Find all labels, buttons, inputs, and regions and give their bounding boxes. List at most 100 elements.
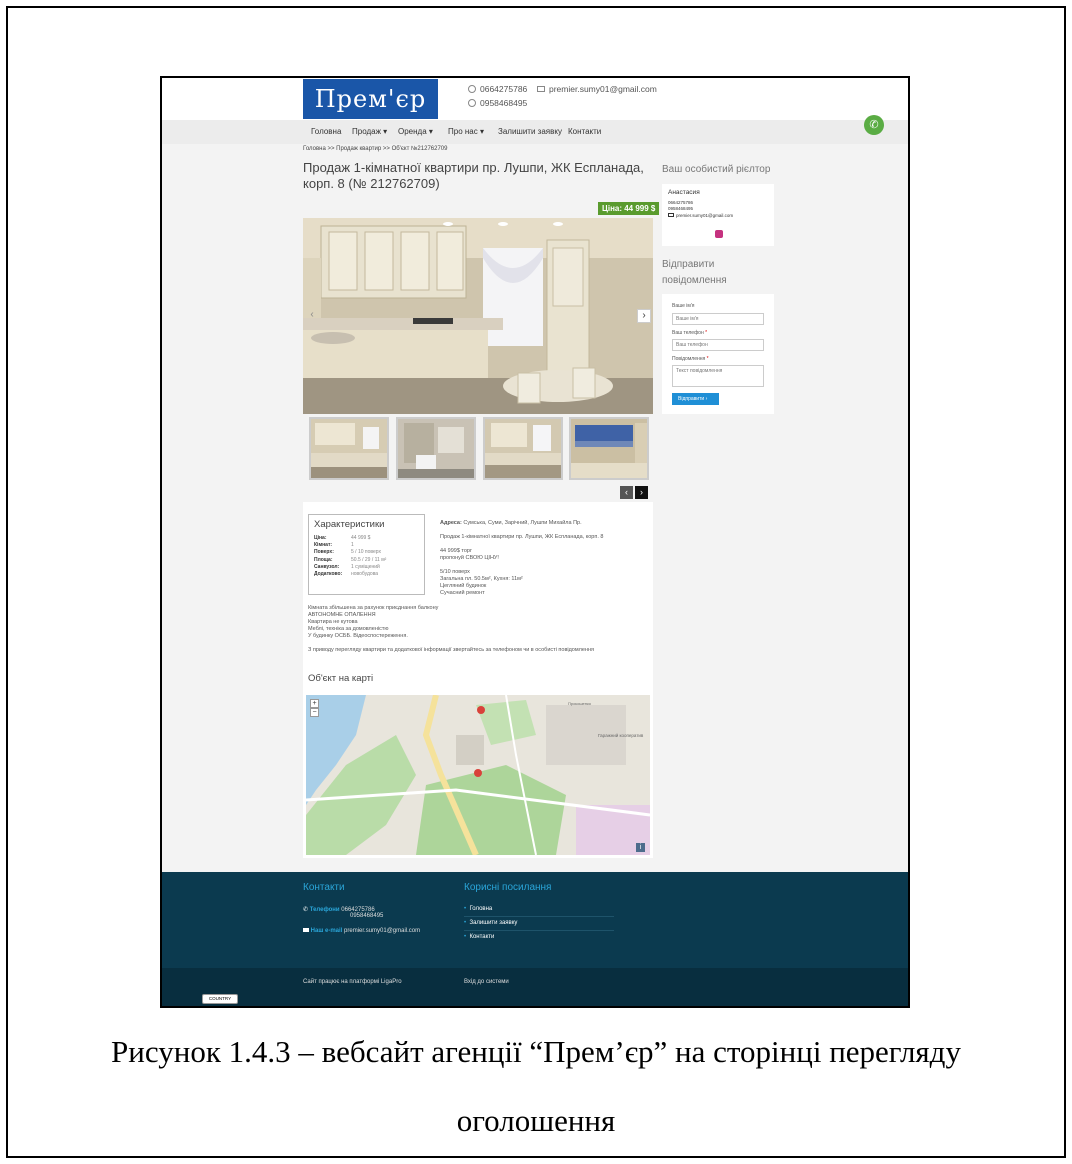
- listing-title: Продаж 1-кімнатної квартири пр. Лушпи, Ж…: [303, 160, 644, 191]
- website-screenshot: Прем'єр 0664275786 0958468495 premier.su…: [160, 76, 910, 1008]
- call-button[interactable]: ✆: [864, 115, 884, 135]
- characteristics-box: Характеристики Ціна: 44 999 $ Кімнат: 1 По…: [308, 514, 425, 595]
- header-phone-1[interactable]: 0664275786: [468, 84, 527, 94]
- phone-label: Ваш телефон *: [672, 330, 708, 336]
- listing-text: пропонуй СВОЮ ЦІНУ!: [440, 555, 499, 561]
- char-row: Площа: 50.5 / 29 / 11 м²: [314, 556, 387, 563]
- thumbnail-4[interactable]: [569, 417, 649, 480]
- chevron-right-icon: ›: [705, 396, 708, 402]
- message-form: Ваше ім'я Ваш телефон * Повідомлення * В…: [662, 294, 774, 414]
- realtor-name: Анастасия: [668, 189, 700, 196]
- map-info-button[interactable]: i: [636, 843, 645, 852]
- send-button[interactable]: Відправити ›: [672, 393, 719, 405]
- nav-item-rent[interactable]: Оренда ▾: [398, 127, 433, 136]
- site-header: Прем'єр 0664275786 0958468495 premier.su…: [162, 78, 908, 120]
- address-label: Адреса:: [440, 520, 462, 526]
- listing-photo[interactable]: ‹ ›: [303, 218, 653, 414]
- nav-item-request[interactable]: Залишити заявку: [498, 127, 562, 136]
- name-input[interactable]: [672, 313, 764, 325]
- listing-text: Загальна пл. 50.5м², Кухня: 11м²: [440, 576, 523, 582]
- thumbnail-3[interactable]: [483, 417, 563, 480]
- phone-icon: [468, 99, 476, 107]
- footer-links-heading: Корисні посилання: [464, 882, 552, 893]
- description-block: Кімната збільшена за рахунок приєднання …: [308, 605, 648, 654]
- breadcrumb[interactable]: Головна >> Продаж квартир >> Об'єкт №212…: [303, 146, 447, 152]
- listing-text: Продаж 1-кімнатної квартири пр. Лушпи, Ж…: [440, 534, 604, 540]
- nav-item-about[interactable]: Про нас ▾: [448, 127, 484, 136]
- figure-caption-line-1: Рисунок 1.4.3 – вебсайт агенції “Прем’єр…: [111, 1034, 961, 1069]
- price-badge: Ціна: 44 999 $: [598, 202, 660, 215]
- char-row: Ціна: 44 999 $: [314, 535, 371, 541]
- main-nav: Головна Продаж ▾ Оренда ▾ Про нас ▾ Зали…: [162, 120, 908, 144]
- site-footer: Контакти ✆ Телефони 0664275786 095846849…: [162, 872, 908, 968]
- thumbnail-strip: [303, 417, 653, 481]
- thumb-image: [485, 419, 561, 478]
- mail-icon: [668, 213, 674, 217]
- description-text: Меблі, техніка за домовленістю: [308, 626, 389, 632]
- site-logo[interactable]: Прем'єр: [303, 79, 438, 119]
- footer-link-contacts[interactable]: • Контакти: [464, 934, 614, 940]
- description-text: Квартира не кутова: [308, 619, 358, 625]
- photo-prev-arrow[interactable]: ‹: [305, 309, 319, 323]
- map-zoom-in-button[interactable]: +: [310, 699, 319, 708]
- footer-phones: ✆ Телефони 0664275786: [303, 907, 375, 913]
- realtor-heading: Ваш особистий рієлтор: [662, 164, 771, 175]
- message-label: Повідомлення *: [672, 356, 709, 362]
- thumb-image: [571, 419, 647, 478]
- thumbnail-2[interactable]: [396, 417, 476, 480]
- map-tiles: [306, 695, 650, 855]
- description-text: АВТОНОМНЕ ОПАЛЕННЯ: [308, 612, 376, 618]
- description-text: Кімната збільшена за рахунок приєднання …: [308, 605, 439, 611]
- nav-item-sale[interactable]: Продаж ▾: [352, 127, 387, 136]
- realtor-phone-2[interactable]: 0958468495: [668, 206, 693, 211]
- header-phone-2[interactable]: 0958468495: [468, 98, 527, 108]
- nav-item-home[interactable]: Головна: [311, 127, 341, 136]
- thumb-image: [398, 419, 474, 478]
- phone-input[interactable]: [672, 339, 764, 351]
- char-row: Кімнат: 1: [314, 542, 354, 549]
- description-text: У будинку ОСББ. Відеоспостереження.: [308, 633, 408, 639]
- footer-link-home[interactable]: • Головна: [464, 906, 614, 917]
- name-label: Ваше ім'я: [672, 303, 695, 309]
- details-card: Характеристики Ціна: 44 999 $ Кімнат: 1 По…: [303, 502, 653, 858]
- address-block: Адреса: Сумська, Суми, Зарічний, Лушпи М…: [440, 520, 640, 597]
- country-badge[interactable]: COUNTRY: [202, 994, 238, 1004]
- login-link[interactable]: Вхід до системи: [464, 979, 509, 985]
- listing-text: Сучасний ремонт: [440, 590, 485, 596]
- address-value: Сумська, Суми, Зарічний, Лушпи Михайла П…: [463, 520, 582, 526]
- location-map[interactable]: Прокошенко Гаражний кооператив + − i: [306, 695, 650, 855]
- kitchen-photo: [303, 218, 653, 414]
- char-row: Поверх: 5 / 10 поверх: [314, 549, 381, 556]
- message-textarea[interactable]: [672, 365, 764, 387]
- thumb-image: [311, 419, 387, 478]
- thumbnail-1[interactable]: [309, 417, 389, 480]
- mail-icon: [303, 928, 309, 932]
- photo-next-arrow[interactable]: ›: [637, 309, 651, 323]
- listing-text: 5/10 поверх: [440, 569, 470, 575]
- footer-link-request[interactable]: • Залишити заявку: [464, 920, 614, 931]
- nav-item-contacts[interactable]: Контакти: [568, 127, 601, 136]
- realtor-card: Анастасия 0664275786 0958468495 premier.…: [662, 184, 774, 246]
- footer-contacts-heading: Контакти: [303, 882, 345, 893]
- figure-caption-line-2: оголошення: [456, 1103, 616, 1138]
- char-row: Санвузол: 1 суміщений: [314, 563, 380, 570]
- phone-icon: [468, 85, 476, 93]
- thumbs-prev-button[interactable]: ‹: [620, 486, 633, 499]
- map-label: Гаражний кооператив: [598, 733, 644, 738]
- footer-email: Наш e-mail premier.sumy01@gmail.com: [303, 928, 420, 934]
- thumbs-next-button[interactable]: ›: [635, 486, 648, 499]
- map-zoom-out-button[interactable]: −: [310, 708, 319, 717]
- footer-bottom-bar: Сайт працює на платформі LigaPro Вхід до…: [162, 968, 908, 1006]
- phone-icon: ✆: [303, 907, 309, 913]
- characteristics-heading: Характеристики: [314, 519, 385, 530]
- listing-text: Цегляний будинок: [440, 583, 487, 589]
- footer-phone-2[interactable]: 0958468495: [350, 913, 383, 919]
- platform-text[interactable]: Сайт працює на платформі LigaPro: [303, 979, 402, 985]
- instagram-icon[interactable]: [715, 230, 723, 238]
- realtor-phone-1[interactable]: 0664275786: [668, 200, 693, 205]
- description-text: З приводу перегляду квартири та додатков…: [308, 647, 594, 653]
- map-heading: Об'єкт на карті: [308, 673, 374, 684]
- header-email[interactable]: premier.sumy01@gmail.com: [537, 84, 657, 94]
- listing-text: 44 999$ торг: [440, 548, 472, 554]
- realtor-email[interactable]: premier.sumy01@gmail.com: [668, 213, 733, 218]
